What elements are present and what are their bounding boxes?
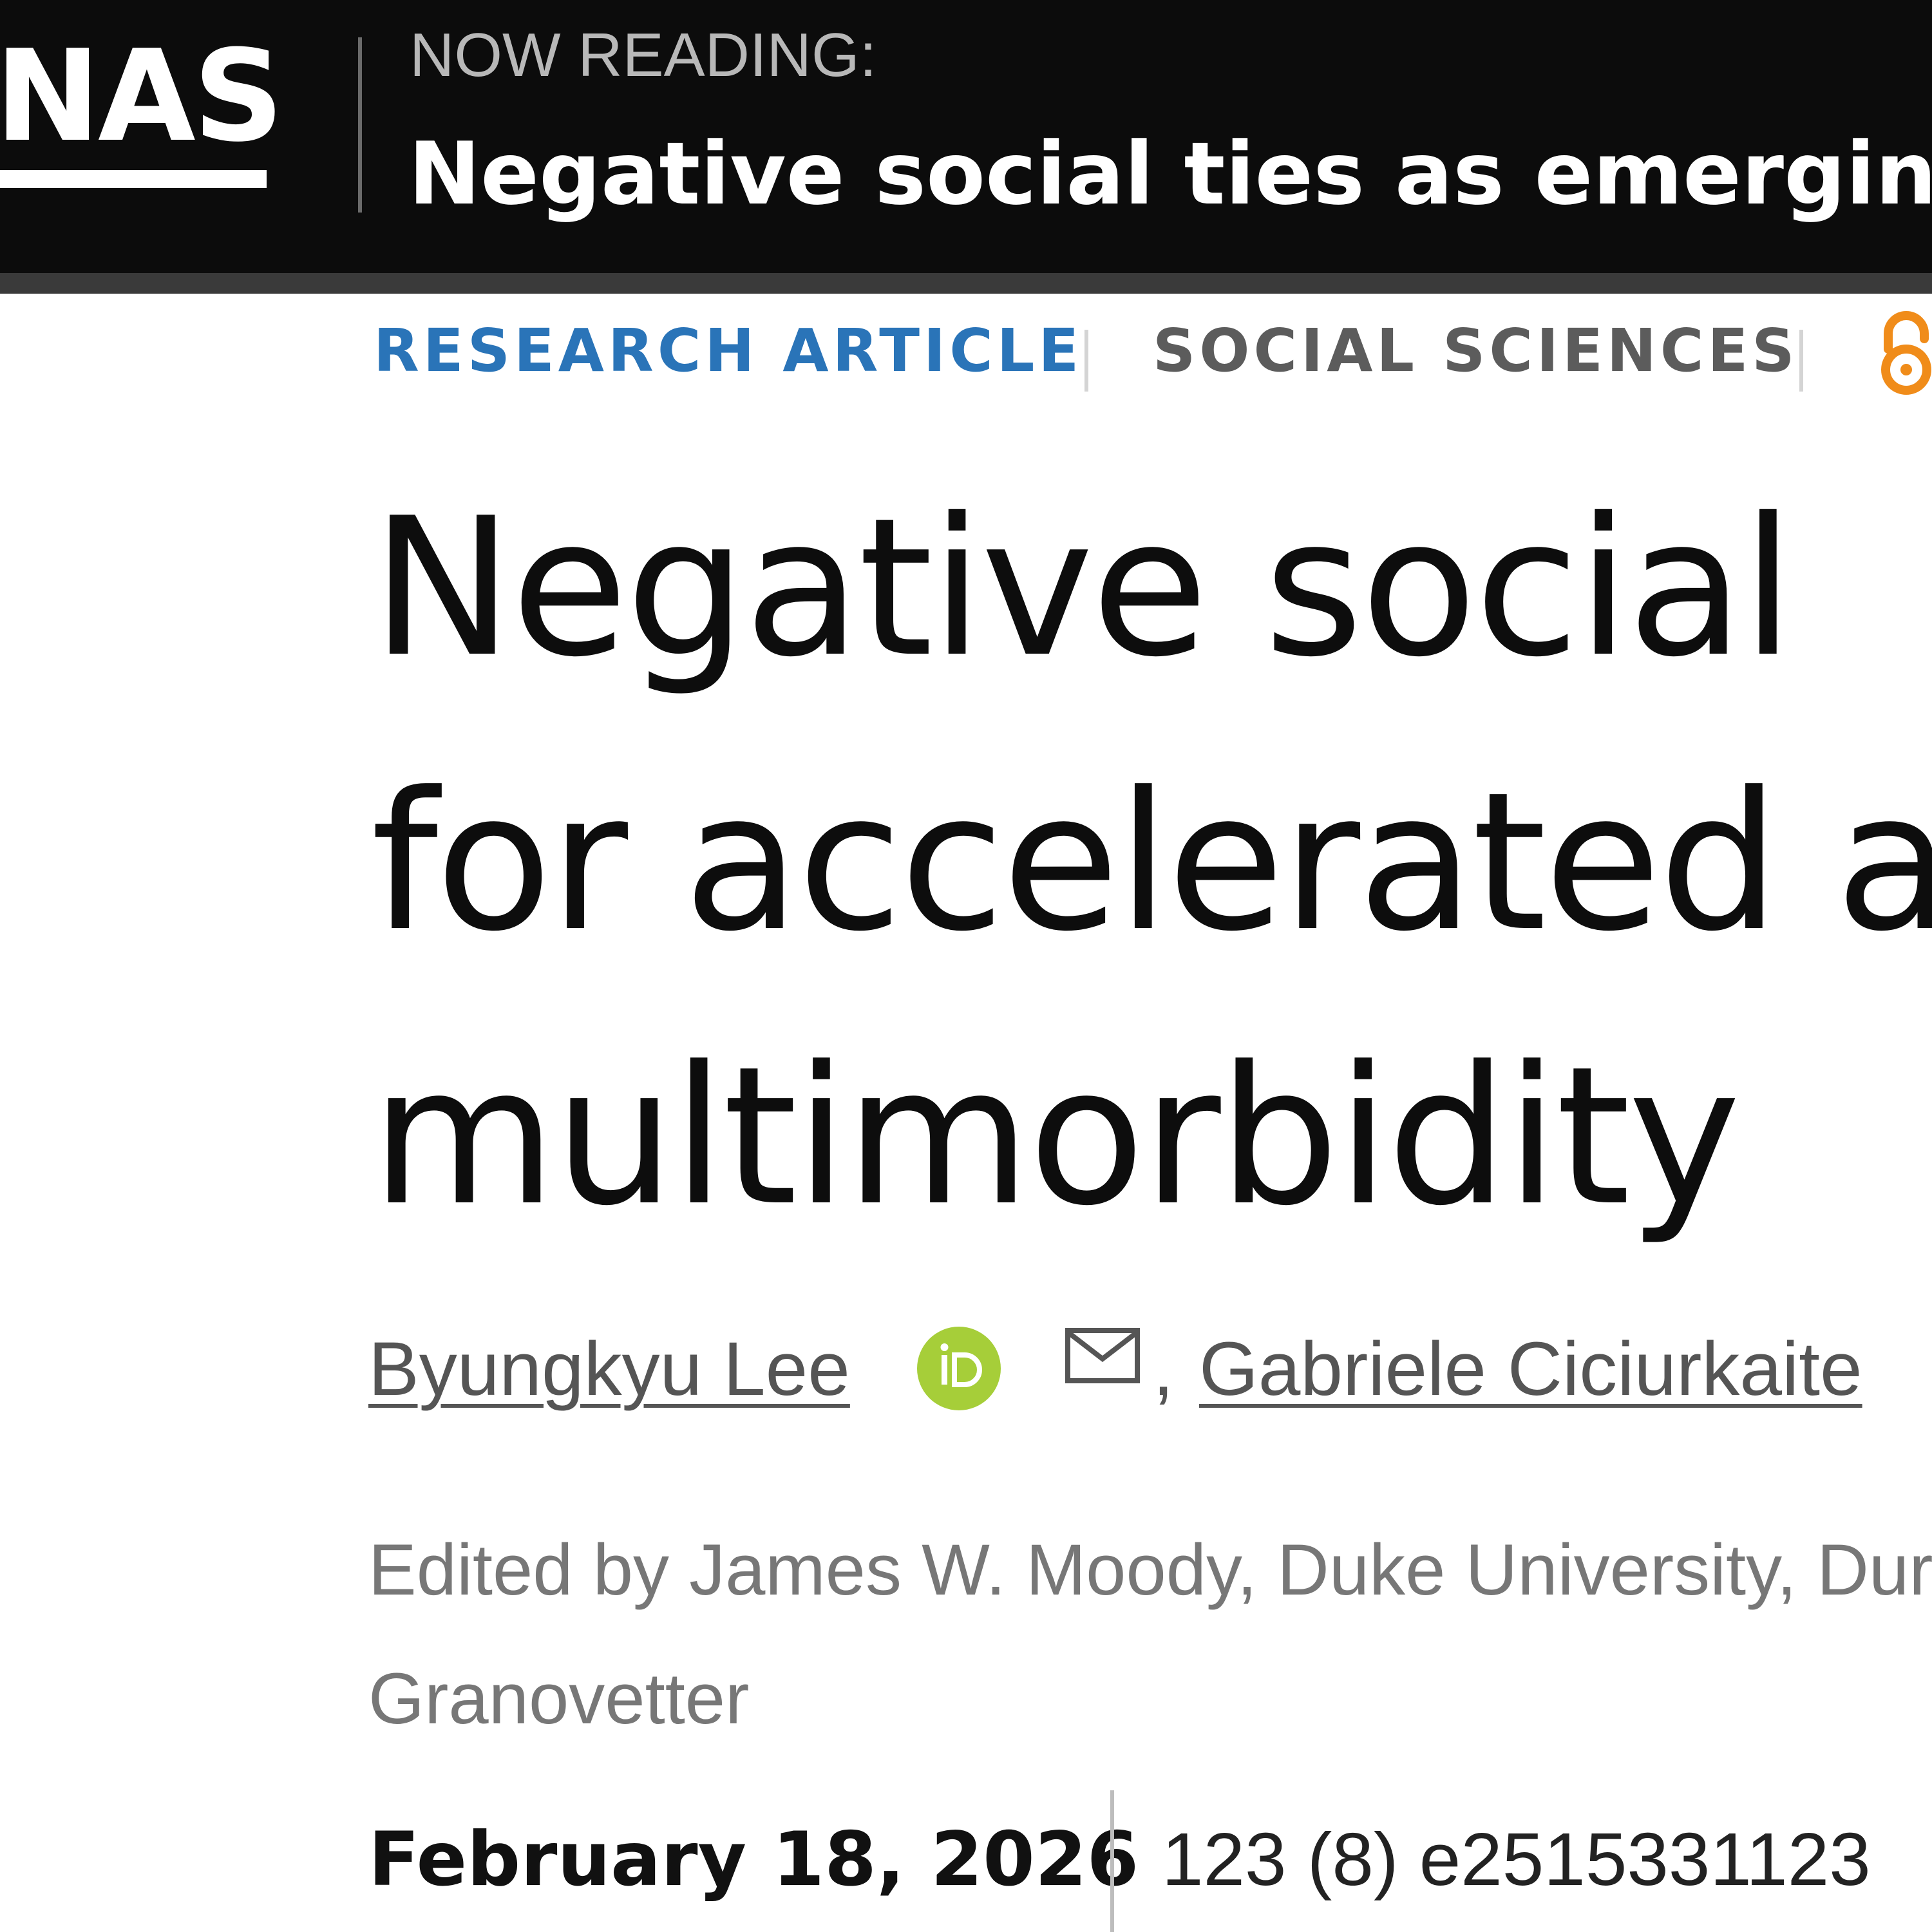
category-divider — [1084, 330, 1088, 392]
edited-by-note: Edited by James W. Moody, Duke Universit… — [368, 1506, 1932, 1763]
author-link[interactable]: Byungkyu Lee — [368, 1324, 850, 1416]
author-separator: , — [1153, 1327, 1174, 1412]
author-link[interactable]: Gabriele Ciciurkaite — [1199, 1324, 1862, 1416]
article-title: Negative social for accelerated a multim… — [371, 451, 1932, 1274]
article-title-line: multimorbidity — [371, 1025, 1741, 1247]
publication-divider — [1110, 1790, 1114, 1932]
header-bottom-border — [0, 273, 1932, 294]
article-title-line: Negative social — [371, 477, 1794, 699]
citation-link[interactable]: 123 (8) e2515331123 — [1162, 1815, 1871, 1904]
now-reading-label: NOW READING: — [410, 21, 877, 90]
page: NAS NOW READING: Negative social ties as… — [0, 0, 1932, 1932]
logo-underline — [0, 170, 267, 188]
category-divider — [1799, 330, 1803, 392]
now-reading-title[interactable]: Negative social ties as emerging — [408, 122, 1932, 226]
publication-date: February 18, 2026 — [368, 1816, 1139, 1903]
orcid-icon[interactable] — [917, 1327, 1001, 1410]
edited-by-line: Edited by James W. Moody, Duke Universit… — [368, 1530, 1932, 1610]
article-section-link[interactable]: SOCIAL SCIENCES — [1153, 316, 1799, 386]
email-icon[interactable] — [1064, 1325, 1141, 1390]
journal-logo[interactable]: NAS — [0, 33, 284, 160]
edited-by-line: Granovetter — [368, 1658, 750, 1739]
open-access-icon — [1881, 311, 1931, 395]
sticky-header: NAS NOW READING: Negative social ties as… — [0, 0, 1932, 273]
header-divider — [358, 37, 362, 213]
article-title-line: for accelerated a — [371, 751, 1932, 973]
article-type-link[interactable]: RESEARCH ARTICLE — [374, 316, 1083, 386]
